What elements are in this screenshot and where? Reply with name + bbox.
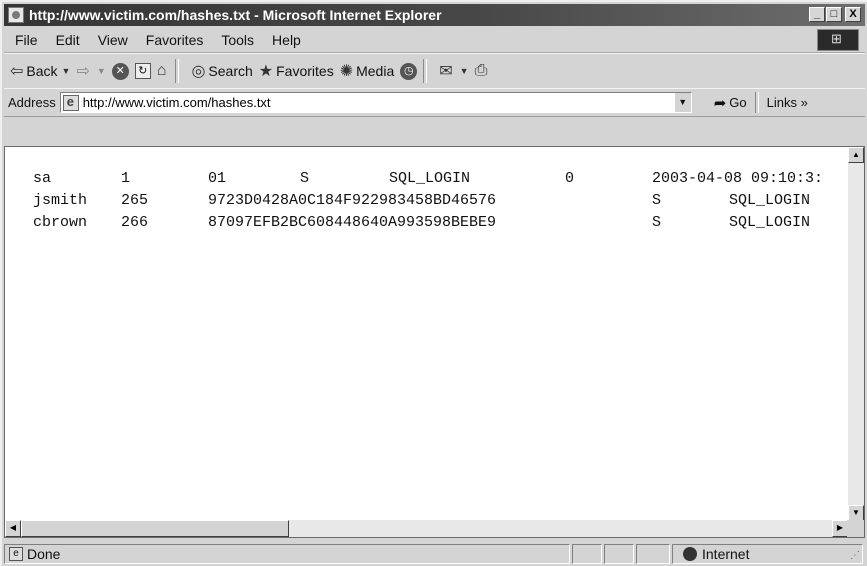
menu-favorites[interactable]: Favorites [139,32,211,48]
scroll-down-button[interactable]: ▼ [848,505,864,521]
vertical-scrollbar[interactable]: ▲ ▼ [848,147,864,521]
cell-hash: 01 [208,170,227,187]
menu-file[interactable]: File [8,32,45,48]
menu-view[interactable]: View [91,32,135,48]
mail-button[interactable]: ✉ ▼ [439,61,468,81]
cell-hash: 9723D0428A0C184F922983458BD46576 [208,192,497,209]
toolbar-separator [175,59,180,83]
go-arrow-icon: ➦ [713,94,727,112]
go-button[interactable]: ➦ Go [714,94,747,112]
zone-label: Internet [702,546,750,562]
scroll-right-button[interactable]: ▶ [832,520,848,537]
status-bar: e Done Internet ⋰ [4,542,865,566]
cell-type: SQL_LOGIN [729,192,811,209]
cell-status: S [300,170,310,187]
address-field[interactable]: ▼ [59,92,692,113]
media-label: Media [356,63,395,79]
history-button[interactable]: ◷ [400,62,418,80]
resize-grip-icon[interactable]: ⋰ [850,550,860,561]
refresh-icon: ↻ [134,63,151,79]
page-content: sa 1 01 S SQL_LOGIN 0 2003-04-08 09:10:3… [4,146,865,538]
horizontal-scroll-thumb[interactable] [21,520,289,537]
links-button[interactable]: Links » [767,95,808,110]
mail-icon: ✉ [439,63,453,80]
internet-zone-icon [683,547,697,561]
address-bar: Address ▼ ➦ Go Links » [4,88,865,117]
search-icon: ◎ [191,63,206,80]
favorites-label: Favorites [276,63,334,79]
horizontal-scrollbar[interactable]: ◀ ▶ [5,520,848,537]
browser-window: http://www.victim.com/hashes.txt - Micro… [0,0,867,566]
forward-arrow-icon: ⇨ [76,63,90,80]
hashes-text: sa 1 01 S SQL_LOGIN 0 2003-04-08 09:10:3… [5,147,823,521]
security-zone[interactable]: Internet ⋰ [672,544,863,564]
print-icon: ⎙ [474,62,488,79]
back-arrow-icon: ⇦ [10,63,24,80]
cell-uid: 265 [121,192,149,209]
scroll-corner [847,520,864,537]
title-bar[interactable]: http://www.victim.com/hashes.txt - Micro… [4,4,865,26]
menu-bar: File Edit View Favorites Tools Help [4,28,865,53]
search-button[interactable]: ◎ Search [191,61,252,81]
search-label: Search [208,63,253,79]
cell-uid: 266 [121,214,149,231]
minimize-button[interactable]: _ [809,7,825,22]
address-dropdown-icon[interactable]: ▼ [673,93,691,112]
scroll-up-button[interactable]: ▲ [848,147,864,163]
ie-icon [8,7,24,23]
window-title: http://www.victim.com/hashes.txt - Micro… [29,7,442,23]
toolbar-separator [423,59,428,83]
cell-type: SQL_LOGIN [729,214,811,231]
status-pane [572,544,602,564]
maximize-button[interactable]: □ [826,7,842,22]
back-label: Back [26,63,58,79]
print-button[interactable]: ⎙ [475,62,491,80]
page-done-icon: e [9,547,23,561]
media-icon: ✺ [339,63,354,80]
page-icon [62,94,79,111]
menu-help[interactable]: Help [265,32,308,48]
standard-toolbar: ⇦ Back ▼ ⇨ ▼ ✕ ↻ ⌂ ◎ Search ★ Favorites … [4,53,865,89]
windows-logo-icon [817,29,859,51]
cell-date: 2003-04-08 09:10:3: [652,170,824,187]
cell-hash: 87097EFB2BC608448640A993598BEBE9 [208,214,497,231]
cell-name: cbrown [33,214,88,231]
cell-type: SQL_LOGIN [389,170,471,187]
mail-dropdown-icon[interactable]: ▼ [460,66,469,76]
address-input[interactable] [82,95,663,110]
refresh-button[interactable]: ↻ [134,63,151,79]
stop-icon: ✕ [111,62,129,80]
cell-flag: 0 [565,170,575,187]
home-icon: ⌂ [156,62,167,79]
favorites-icon: ★ [258,63,274,80]
forward-button[interactable]: ⇨ ▼ [76,61,105,81]
cell-uid: 1 [121,170,131,187]
back-button[interactable]: ⇦ Back ▼ [10,61,70,81]
address-separator [754,92,759,113]
status-text-pane: e Done [4,544,570,564]
address-label: Address [8,95,56,110]
forward-dropdown-icon[interactable]: ▼ [97,66,106,76]
status-pane [636,544,670,564]
stop-button[interactable]: ✕ [111,62,129,80]
favorites-button[interactable]: ★ Favorites [259,61,334,81]
cell-status: S [652,214,662,231]
cell-name: jsmith [33,192,88,209]
menu-tools[interactable]: Tools [214,32,261,48]
history-icon: ◷ [400,62,418,80]
go-label: Go [729,95,747,110]
cell-status: S [652,192,662,209]
home-button[interactable]: ⌂ [157,62,170,80]
status-pane [604,544,634,564]
status-text: Done [27,546,61,562]
close-button[interactable]: X [845,7,861,22]
scroll-left-button[interactable]: ◀ [5,520,21,537]
menu-edit[interactable]: Edit [49,32,87,48]
media-button[interactable]: ✺ Media [340,61,395,81]
cell-name: sa [33,170,52,187]
back-dropdown-icon[interactable]: ▼ [62,66,71,76]
window-controls: _ □ X [808,7,861,22]
